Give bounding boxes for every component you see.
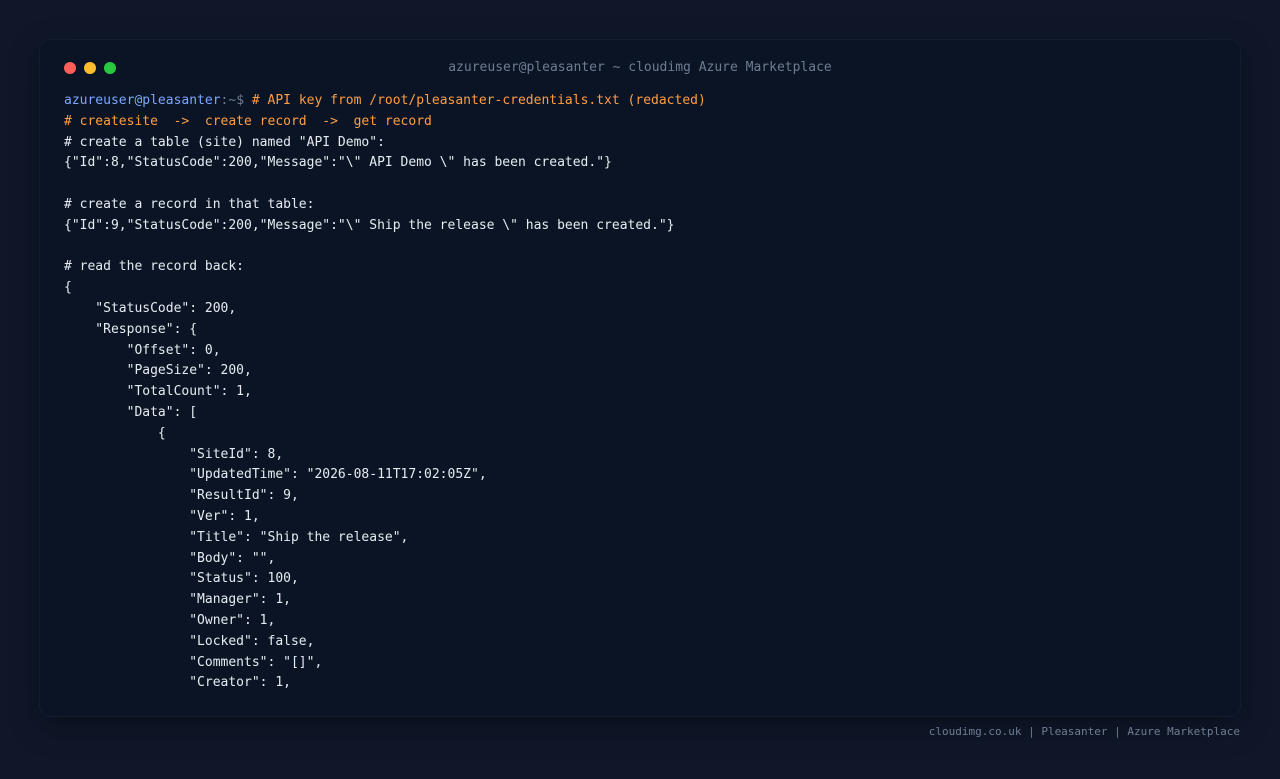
terminal-window: azureuser@pleasanter ~ cloudimg Azure Ma… [40, 40, 1240, 716]
prompt-separator: :~$ [220, 93, 252, 108]
output-line: "StatusCode": 200, [64, 300, 237, 316]
output-line: # create a table (site) named "API Demo"… [64, 134, 385, 150]
output-line: "SiteId": 8, [64, 446, 284, 462]
output-line: "PageSize": 200, [64, 363, 252, 379]
footer-credit: cloudimg.co.uk | Pleasanter | Azure Mark… [928, 725, 1240, 738]
output-line: "Locked": false, [64, 633, 315, 649]
output-line: "Data": [ [64, 404, 198, 420]
output-lines: # create a table (site) named "API Demo"… [64, 133, 1216, 695]
output-line: "UpdatedTime": "2026-08-11T17:02:05Z", [64, 467, 487, 483]
output-line: "ResultId": 9, [64, 488, 299, 504]
output-line: "Ver": 1, [64, 508, 260, 524]
output-line: "Comments": "[]", [64, 654, 323, 670]
output-line: { [64, 280, 72, 296]
output-line: {"Id":9,"StatusCode":200,"Message":"\" S… [64, 217, 675, 233]
output-line: "Owner": 1, [64, 612, 276, 628]
window-title: azureuser@pleasanter ~ cloudimg Azure Ma… [448, 60, 832, 75]
prompt-line: azureuser@pleasanter:~$ # API key from /… [64, 91, 1216, 112]
output-line: "Response": { [64, 321, 198, 337]
output-line: "Manager": 1, [64, 592, 291, 608]
output-line: "TotalCount": 1, [64, 384, 252, 400]
output-line: # read the record back: [64, 259, 245, 275]
output-line: # create a record in that table: [64, 196, 315, 212]
output-line: "Creator": 1, [64, 675, 291, 691]
output-line: "Status": 100, [64, 571, 299, 587]
title-bar: azureuser@pleasanter ~ cloudimg Azure Ma… [40, 40, 1240, 96]
output-line: "Title": "Ship the release", [64, 529, 409, 545]
terminal-output[interactable]: azureuser@pleasanter:~$ # API key from /… [64, 91, 1216, 694]
command-text: # API key from /root/pleasanter-credenti… [251, 93, 706, 108]
flow-comment: # createsite -> create record -> get rec… [64, 113, 432, 129]
output-line: "Offset": 0, [64, 342, 221, 358]
output-line: "Body": "", [64, 550, 276, 566]
output-line: {"Id":8,"StatusCode":200,"Message":"\" A… [64, 155, 612, 171]
prompt-user: azureuser@pleasanter [64, 93, 221, 108]
output-line: { [64, 425, 166, 441]
